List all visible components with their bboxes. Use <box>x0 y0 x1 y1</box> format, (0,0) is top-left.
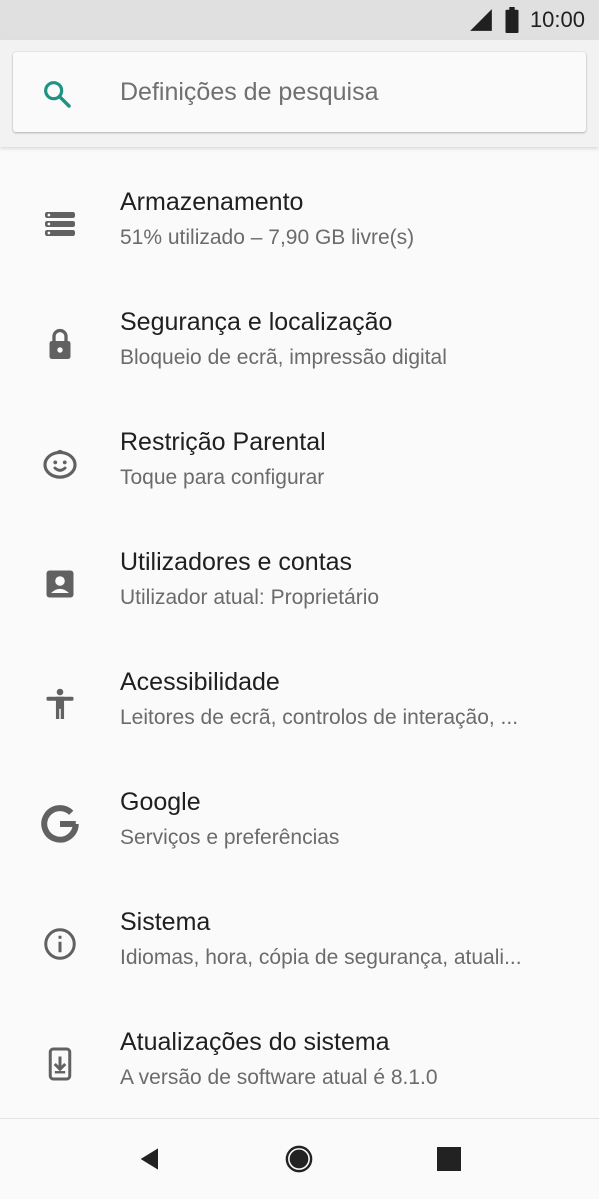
search-icon[interactable] <box>41 78 73 110</box>
child-face-icon <box>36 440 84 488</box>
settings-item-users-accounts[interactable]: Utilizadores e contas Utilizador atual: … <box>0 520 599 640</box>
settings-item-subtitle: Leitores de ecrã, controlos de interação… <box>120 706 519 729</box>
info-icon <box>36 920 84 968</box>
battery-icon <box>505 7 519 33</box>
search-input[interactable]: Definições de pesquisa <box>120 52 379 132</box>
recents-icon[interactable] <box>433 1143 465 1175</box>
settings-item-system[interactable]: Sistema Idiomas, hora, cópia de seguranç… <box>0 880 599 1000</box>
settings-item-title: Google <box>120 788 201 816</box>
settings-item-title: Sistema <box>120 908 211 936</box>
google-icon <box>36 800 84 848</box>
navigation-bar <box>0 1118 599 1199</box>
settings-item-title: Atualizações do sistema <box>120 1028 390 1056</box>
settings-item-title: Armazenamento <box>120 188 304 216</box>
settings-item-system-updates[interactable]: Atualizações do sistema A versão de soft… <box>0 1000 599 1120</box>
settings-item-title: Restrição Parental <box>120 428 326 456</box>
settings-item-parental-restriction[interactable]: Restrição Parental Toque para configurar <box>0 400 599 520</box>
storage-icon <box>36 200 84 248</box>
status-bar: 10:00 <box>0 0 599 40</box>
settings-item-subtitle: Idiomas, hora, cópia de segurança, atual… <box>120 946 522 969</box>
back-icon[interactable] <box>134 1143 166 1175</box>
settings-item-security-location[interactable]: Segurança e localização Bloqueio de ecrã… <box>0 280 599 400</box>
settings-item-subtitle: Utilizador atual: Proprietário <box>120 586 380 609</box>
settings-item-google[interactable]: Google Serviços e preferências <box>0 760 599 880</box>
settings-list: Armazenamento 51% utilizado – 7,90 GB li… <box>0 160 599 1120</box>
settings-item-subtitle: A versão de software atual é 8.1.0 <box>120 1066 438 1089</box>
settings-item-subtitle: Bloqueio de ecrã, impressão digital <box>120 346 447 369</box>
status-time: 10:00 <box>529 7 585 32</box>
accessibility-icon <box>36 680 84 728</box>
settings-item-storage[interactable]: Armazenamento 51% utilizado – 7,90 GB li… <box>0 160 599 280</box>
signal-icon <box>470 9 492 31</box>
settings-item-subtitle: Toque para configurar <box>120 466 325 489</box>
search-header: Definições de pesquisa <box>0 40 599 147</box>
settings-item-accessibility[interactable]: Acessibilidade Leitores de ecrã, control… <box>0 640 599 760</box>
lock-icon <box>36 320 84 368</box>
search-bar[interactable]: Definições de pesquisa <box>13 52 586 132</box>
home-icon[interactable] <box>283 1143 315 1175</box>
settings-item-subtitle: 51% utilizado – 7,90 GB livre(s) <box>120 226 415 249</box>
settings-item-subtitle: Serviços e preferências <box>120 826 340 849</box>
settings-item-title: Segurança e localização <box>120 308 393 336</box>
account-box-icon <box>36 560 84 608</box>
settings-item-title: Utilizadores e contas <box>120 548 353 576</box>
system-update-icon <box>36 1040 84 1088</box>
settings-item-title: Acessibilidade <box>120 668 280 696</box>
